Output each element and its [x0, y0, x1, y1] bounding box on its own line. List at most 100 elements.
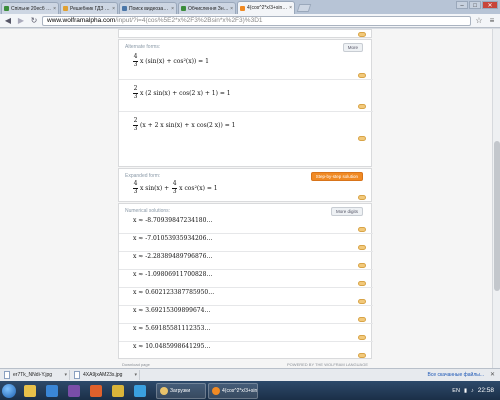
minimize-button[interactable]: –: [456, 1, 468, 9]
more-button[interactable]: More: [342, 43, 363, 52]
window-controls: – □ ✕: [456, 1, 498, 9]
tab-label: Обчислення Знаннямі - Т...: [188, 5, 230, 12]
divider: [119, 341, 373, 342]
divider: [119, 305, 373, 306]
pinned-apps: [20, 383, 152, 399]
pod-action-icon[interactable]: [358, 245, 366, 250]
forward-icon[interactable]: ▶: [16, 16, 26, 26]
tab-favicon-icon: [4, 6, 9, 11]
numerical-solution: x ≈ -2.28389489796876…: [133, 253, 213, 260]
tab-favicon-icon: [240, 5, 245, 11]
pod-action-icon[interactable]: [358, 73, 366, 78]
taskbar-window-button[interactable]: Загрузки: [156, 382, 206, 399]
expanded-form-pod: Expanded form: Step-by-step solution 43 …: [118, 168, 372, 202]
show-all-downloads-link[interactable]: Все скачанные файлы...: [427, 372, 484, 378]
divider: [119, 287, 373, 288]
menu-icon[interactable]: ≡: [487, 16, 497, 26]
pod-action-icon[interactable]: [358, 353, 366, 358]
taskbar-window-button[interactable]: 4(cos^2*x/3+sin...: [208, 382, 258, 399]
system-tray: EN ▮ ♪ 22:58: [452, 381, 494, 400]
download-item[interactable]: 4XA9jxAM23s.jpg ▾: [74, 370, 140, 380]
vertical-scrollbar[interactable]: [492, 29, 500, 368]
open-windows: Загрузки 4(cos^2*x/3+sin...: [156, 382, 260, 399]
app-icon: [160, 386, 168, 395]
numerical-solution: x ≈ -8.70939847234180…: [133, 217, 213, 224]
clock[interactable]: 22:58: [478, 387, 494, 394]
pod-action-icon[interactable]: [358, 335, 366, 340]
start-button[interactable]: [2, 383, 16, 398]
download-page-link[interactable]: Download page: [122, 362, 150, 367]
maximize-button[interactable]: □: [469, 1, 481, 9]
browser-tab[interactable]: Спільне 20есб в мидем 6 і×: [1, 2, 59, 14]
numerical-solution: x ≈ 0.602123387785950…: [133, 289, 215, 296]
browser-tab[interactable]: Обчислення Знаннямі - Т...×: [178, 2, 236, 14]
address-bar[interactable]: www.wolframalpha.com/input/?i=4(cos%5E2*…: [42, 15, 471, 26]
tab-label: Спільне 20есб в мидем 6 і: [11, 5, 52, 12]
close-window-button[interactable]: ✕: [482, 1, 498, 9]
alternate-forms-pod: Alternate forms: More 43 x (sin(x) + cos…: [118, 39, 373, 167]
numerical-solutions-pod: Numerical solutions: More digits x ≈ -8.…: [118, 203, 373, 359]
step-by-step-button[interactable]: Step-by-step solution: [310, 172, 363, 181]
pod-action-icon[interactable]: [358, 136, 366, 141]
more-digits-button[interactable]: More digits: [330, 207, 363, 216]
taskbar-app-icon[interactable]: [20, 383, 40, 399]
new-tab-button[interactable]: [296, 4, 312, 12]
numerical-solution: x ≈ -1.09806911700828…: [133, 271, 213, 278]
page-footer: Download page POWERED BY THE WOLFRAM LAN…: [118, 360, 372, 368]
download-item[interactable]: er7Tk_NNdi-Y.jpg ▾: [4, 370, 70, 380]
pod-action-icon[interactable]: [358, 32, 366, 37]
numerical-solution: x ≈ 3.69215309899674…: [133, 307, 211, 314]
close-icon[interactable]: ✕: [490, 371, 495, 378]
pod-action-icon[interactable]: [358, 299, 366, 304]
pod-action-icon[interactable]: [358, 281, 366, 286]
language-indicator[interactable]: EN: [452, 388, 460, 394]
divider: [119, 323, 373, 324]
scrollbar-thumb[interactable]: [494, 141, 500, 291]
tab-label: 4(cos^2*x/3+sin^x/3)=4...: [247, 5, 289, 11]
taskbar-app-icon[interactable]: [86, 383, 106, 399]
divider: [119, 269, 373, 270]
app-icon: [212, 386, 220, 395]
alternate-form-3: 23 (x + 2 x sin(x) + x cos(2 x)) = 1: [133, 117, 236, 132]
tab-close-icon[interactable]: ×: [112, 6, 115, 12]
window-label: 4(cos^2*x/3+sin...: [222, 387, 258, 394]
pod-action-icon[interactable]: [358, 227, 366, 232]
tab-close-icon[interactable]: ×: [171, 6, 174, 12]
tab-close-icon[interactable]: ×: [53, 6, 56, 12]
pod-action-icon[interactable]: [358, 317, 366, 322]
pod-action-icon[interactable]: [358, 104, 366, 109]
volume-icon[interactable]: ♪: [471, 388, 474, 394]
numerical-solution: x ≈ 5.69185581112353…: [133, 325, 211, 332]
browser-tab[interactable]: Поиск видеозаписей по з...×: [119, 2, 177, 14]
taskbar-app-icon[interactable]: [108, 383, 128, 399]
chevron-down-icon[interactable]: ▾: [64, 372, 67, 378]
browser-toolbar: ◀ ▶ ↻ www.wolframalpha.com/input/?i=4(co…: [0, 14, 500, 28]
url-path: /input/?i=4(cos%5E2*x%2F3%2Bsin*x%2F3)%3…: [115, 16, 263, 24]
pod-action-icon[interactable]: [358, 195, 366, 200]
network-icon[interactable]: ▮: [464, 388, 467, 394]
page-viewport: Alternate forms: More 43 x (sin(x) + cos…: [0, 29, 500, 368]
back-icon[interactable]: ◀: [3, 16, 13, 26]
reload-icon[interactable]: ↻: [29, 16, 39, 26]
tab-close-icon[interactable]: ×: [289, 5, 292, 11]
taskbar-app-icon[interactable]: [130, 383, 150, 399]
previous-pod: [118, 29, 372, 38]
numerical-solution: x ≈ 10.0485998641295…: [133, 343, 211, 350]
image-file-icon: [4, 371, 10, 379]
browser-tab[interactable]: 4(cos^2*x/3+sin^x/3)=4...×: [237, 1, 295, 14]
pod-title: Alternate forms:: [125, 44, 161, 50]
divider: [119, 251, 373, 252]
expanded-form-equation: 43 x sin(x) + 43 x cos²(x) = 1: [133, 180, 218, 195]
pod-action-icon[interactable]: [358, 263, 366, 268]
taskbar: Загрузки 4(cos^2*x/3+sin... EN ▮ ♪ 22:58: [0, 381, 500, 400]
numerical-solution: x ≈ -7.01053935934206…: [133, 235, 213, 242]
tab-close-icon[interactable]: ×: [230, 6, 233, 12]
browser-tab[interactable]: Решебник ГДЗ по алгебр...×: [60, 2, 118, 14]
powered-by-label: POWERED BY THE WOLFRAM LANGUAGE: [287, 361, 368, 367]
divider: [119, 233, 373, 234]
chevron-down-icon[interactable]: ▾: [134, 372, 137, 378]
taskbar-app-icon[interactable]: [42, 383, 62, 399]
taskbar-app-icon[interactable]: [64, 383, 84, 399]
bookmark-star-icon[interactable]: ☆: [474, 16, 484, 26]
divider: [119, 111, 373, 112]
